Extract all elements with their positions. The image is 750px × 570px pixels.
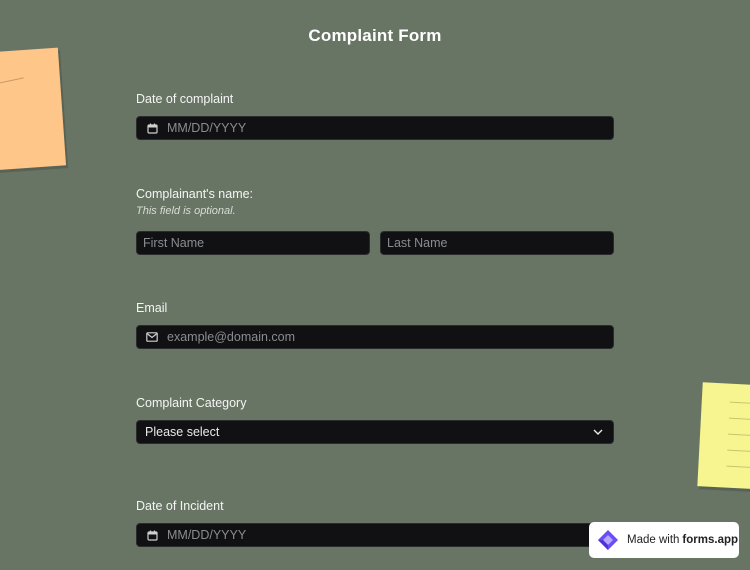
email-input[interactable]: example@domain.com — [136, 325, 614, 349]
date-of-complaint-label: Date of complaint — [136, 92, 234, 106]
complaint-category-value: Please select — [145, 425, 220, 439]
first-name-placeholder: First Name — [143, 236, 205, 250]
badge-brand: forms.app — [682, 534, 739, 546]
complainant-name-label: Complainant's name: — [136, 187, 254, 201]
date-of-incident-input[interactable]: MM/DD/YYYY — [136, 523, 614, 547]
date-of-complaint-input[interactable]: MM/DD/YYYY — [136, 116, 614, 140]
date-of-incident-placeholder: MM/DD/YYYY — [167, 528, 247, 542]
email-placeholder: example@domain.com — [167, 330, 296, 344]
calendar-icon — [145, 121, 159, 135]
optional-hint: This field is optional. — [136, 205, 236, 217]
last-name-placeholder: Last Name — [387, 236, 448, 250]
complaint-category-select[interactable]: Please select — [136, 420, 614, 444]
chevron-down-icon — [591, 425, 605, 439]
made-with-forms-app-badge[interactable]: Made with forms.app — [589, 522, 739, 558]
date-of-complaint-placeholder: MM/DD/YYYY — [167, 121, 247, 135]
last-name-input[interactable]: Last Name — [380, 231, 614, 255]
email-label: Email — [136, 301, 168, 315]
form-title: Complaint Form — [308, 26, 442, 45]
calendar-icon — [145, 528, 159, 542]
sticky-note-orange — [0, 47, 67, 171]
first-name-input[interactable]: First Name — [136, 231, 370, 255]
date-of-incident-label: Date of Incident — [136, 499, 224, 513]
sticky-note-yellow — [697, 382, 750, 490]
complaint-category-label: Complaint Category — [136, 396, 247, 410]
badge-prefix: Made with — [627, 534, 680, 546]
forms-app-logo-icon — [595, 527, 621, 553]
mail-icon — [145, 330, 159, 344]
